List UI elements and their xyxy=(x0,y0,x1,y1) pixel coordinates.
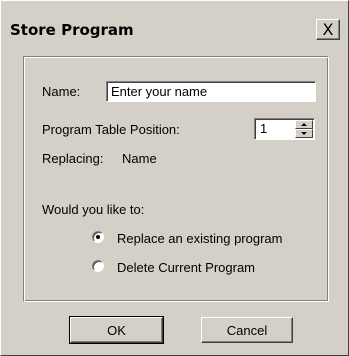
spin-buttons xyxy=(295,120,313,138)
ok-button[interactable]: OK xyxy=(69,316,164,344)
delete-option-radio[interactable] xyxy=(92,260,104,272)
replacing-value: Name xyxy=(122,151,157,166)
close-icon: X xyxy=(322,19,334,39)
spin-up-button[interactable] xyxy=(295,120,313,129)
arrow-up-icon xyxy=(301,123,307,126)
title-bar[interactable]: Store Program X xyxy=(1,1,348,45)
position-stepper[interactable]: 1 xyxy=(254,118,315,140)
replacing-label: Replacing: xyxy=(42,151,104,166)
dialog-title: Store Program xyxy=(10,21,134,39)
question-label: Would you like to: xyxy=(42,202,145,217)
close-button[interactable]: X xyxy=(316,19,340,40)
radio-selected-dot xyxy=(96,235,100,239)
store-program-dialog: Store Program X Name: Program Table Posi… xyxy=(0,0,349,356)
cancel-button[interactable]: Cancel xyxy=(201,317,293,343)
spin-down-button[interactable] xyxy=(295,129,313,138)
position-value: 1 xyxy=(260,121,268,136)
name-label: Name: xyxy=(42,84,81,99)
replace-option-radio[interactable] xyxy=(92,231,104,243)
name-field[interactable] xyxy=(106,81,316,102)
replace-option-label[interactable]: Replace an existing program xyxy=(117,231,282,246)
arrow-down-icon xyxy=(301,132,307,135)
position-label: Program Table Position: xyxy=(42,122,180,137)
delete-option-label[interactable]: Delete Current Program xyxy=(117,260,255,275)
